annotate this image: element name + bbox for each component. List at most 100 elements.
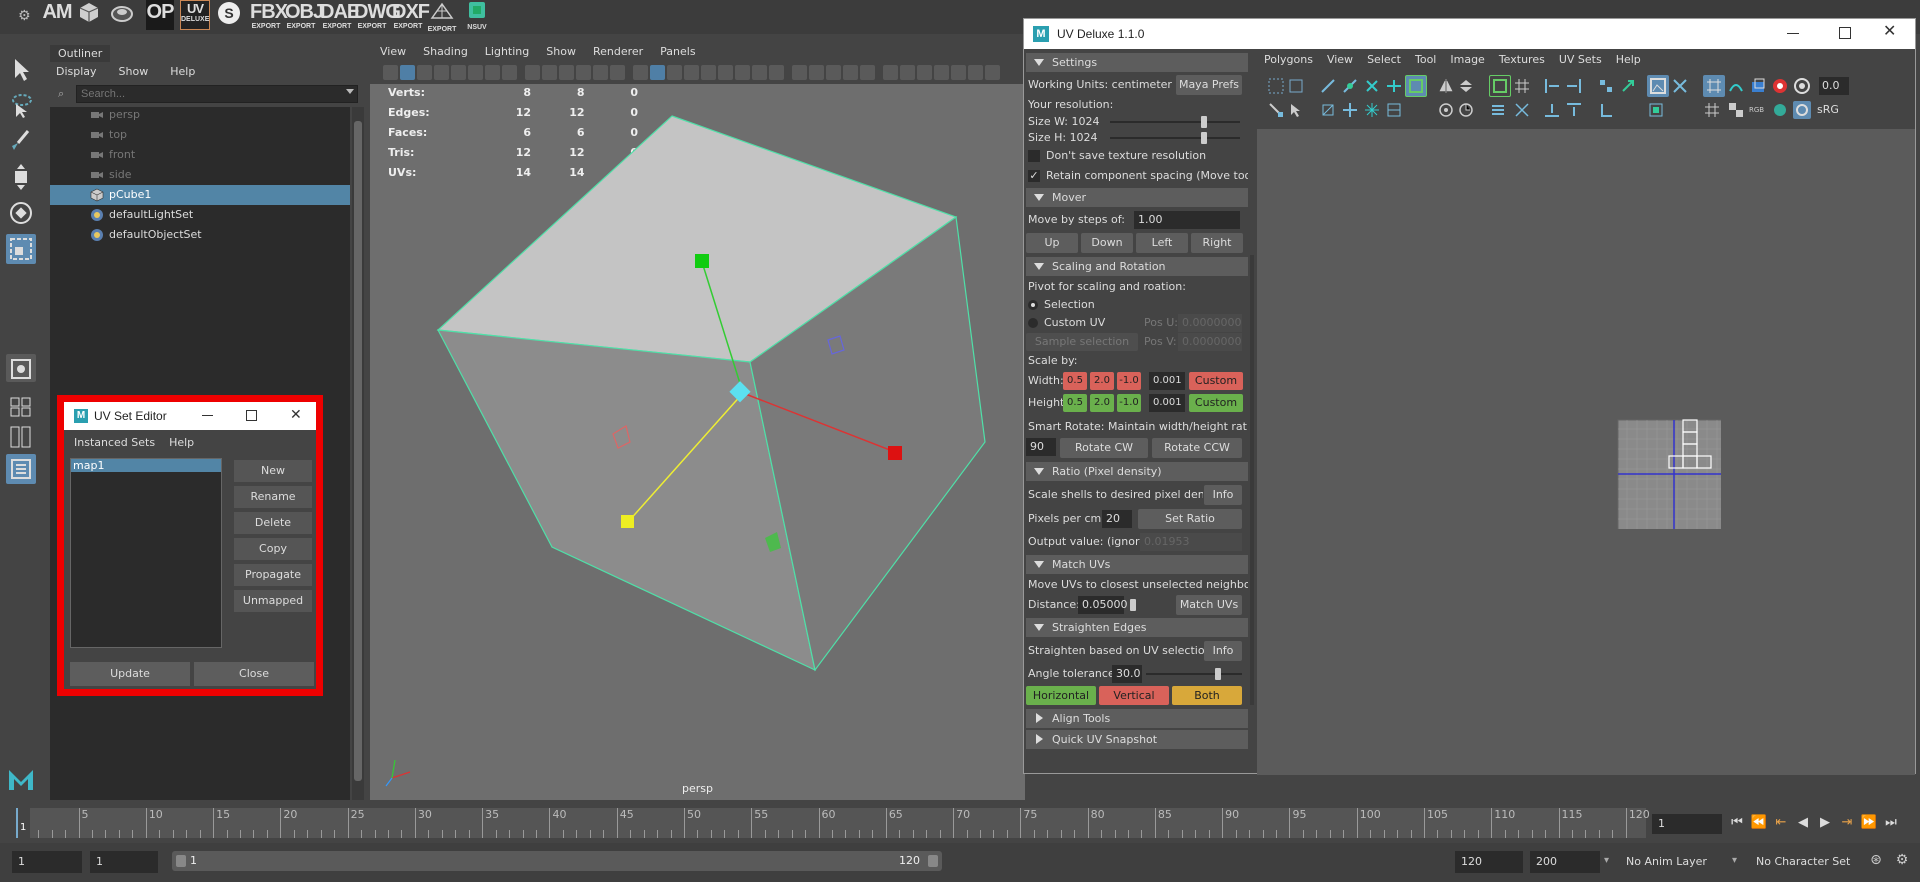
y-axis-handle-icon[interactable] <box>695 254 709 268</box>
uv-select-vertex-icon[interactable] <box>1267 101 1285 119</box>
uv-image-range-icon[interactable] <box>1749 77 1767 95</box>
uv-select-border-icon[interactable] <box>1287 77 1305 95</box>
shelf-box-icon[interactable] <box>78 0 100 30</box>
uv-rotate-ccw-icon[interactable] <box>1437 101 1455 119</box>
shelf-dxf-button[interactable]: DXF EXPORT <box>392 0 430 30</box>
uv-deluxe-titlebar[interactable]: M UV Deluxe 1.1.0 ✕ <box>1024 19 1915 49</box>
play-forwards-icon[interactable]: ▶ <box>1816 814 1834 832</box>
uv-move-shell-icon[interactable] <box>1341 101 1359 119</box>
match-uvs-button[interactable]: Match UVs <box>1176 595 1242 615</box>
layout-single-button[interactable] <box>6 354 36 382</box>
propagate-uv-set-button[interactable]: Propagate <box>234 564 312 586</box>
dont-save-checkbox[interactable] <box>1028 150 1040 162</box>
move-right-button[interactable]: Right <box>1191 233 1243 253</box>
x-axis-handle-icon[interactable] <box>888 446 902 460</box>
uv-layout-icon[interactable] <box>1489 75 1511 97</box>
uv-symmetry-icon[interactable] <box>1363 101 1381 119</box>
unmapped-button[interactable]: Unmapped <box>234 590 312 612</box>
uv-rotate-shell-icon[interactable] <box>1319 101 1337 119</box>
shelf-fbx-button[interactable]: FBX EXPORT <box>250 0 288 30</box>
uv-exposure-field[interactable]: 0.0 <box>1819 77 1849 95</box>
close-button[interactable]: Close <box>194 662 314 686</box>
height-scale-double-button[interactable]: 2.0 <box>1090 394 1114 412</box>
uv-align-left-icon[interactable] <box>1543 77 1561 95</box>
uv-grid-icon[interactable] <box>1513 77 1531 95</box>
step-back-key-icon[interactable]: ⏪ <box>1750 814 1768 832</box>
move-left-button[interactable]: Left <box>1136 233 1188 253</box>
rotate-angle-field[interactable]: 90 <box>1026 438 1056 456</box>
lasso-tool[interactable] <box>6 90 36 120</box>
menu-instanced-sets[interactable]: Instanced Sets <box>74 436 155 449</box>
uv-rgb-channels-icon[interactable]: RGB <box>1749 101 1769 119</box>
outliner-menu-display[interactable]: Display <box>56 65 97 78</box>
shelf-sculpt-icon[interactable] <box>110 0 134 30</box>
current-time-marker[interactable]: 1 <box>16 808 30 838</box>
shelf-s-icon[interactable]: S <box>216 0 242 30</box>
paint-select-tool[interactable] <box>6 126 36 156</box>
outliner-tab[interactable]: Outliner <box>50 45 111 62</box>
uv-select-shell-icon[interactable] <box>1267 77 1285 95</box>
uv-editor-canvas[interactable] <box>1257 129 1915 775</box>
character-set-dropdown-icon[interactable]: ▾ <box>1732 855 1742 866</box>
delete-uv-set-button[interactable]: Delete <box>234 512 312 534</box>
angle-tolerance-slider[interactable] <box>1146 673 1242 675</box>
uv-menu-textures[interactable]: Textures <box>1499 51 1545 69</box>
viewport-panel[interactable]: View Shading Lighting Show Renderer Pane… <box>370 42 1025 800</box>
auto-key-icon[interactable]: ⊛ <box>1866 852 1886 872</box>
range-slider-right-handle[interactable] <box>928 855 938 867</box>
uv-straighten-icon[interactable] <box>1385 101 1403 119</box>
distance-field[interactable]: 0.05000 <box>1078 596 1128 614</box>
uv-stack-icon[interactable] <box>1489 101 1507 119</box>
pos-u-field[interactable]: 0.0000000 <box>1178 314 1242 332</box>
uv-flip-u-icon[interactable] <box>1437 77 1455 95</box>
uv-display-grid-icon[interactable] <box>1703 101 1721 119</box>
layout-two-button[interactable] <box>6 422 36 448</box>
outliner-item-defaultobjectset[interactable]: defaultObjectSet <box>50 225 350 245</box>
height-custom-field[interactable]: 0.001 <box>1149 394 1185 412</box>
height-scale-half-button[interactable]: 0.5 <box>1063 394 1087 412</box>
outliner-vertical-scrollbar[interactable] <box>352 107 364 823</box>
anim-layer-dropdown-icon[interactable]: ▾ <box>1604 855 1614 866</box>
uv-pin-icon[interactable] <box>1619 77 1637 95</box>
outliner-search-dropdown-icon[interactable] <box>346 89 354 94</box>
move-down-button[interactable]: Down <box>1081 233 1133 253</box>
straighten-horizontal-button[interactable]: Horizontal <box>1026 686 1096 705</box>
uv-snapshot-icon[interactable] <box>1793 77 1811 95</box>
pixels-per-cm-field[interactable]: 20 <box>1102 510 1132 528</box>
animation-preferences-icon[interactable]: ⚙ <box>1892 852 1912 872</box>
scale-tool[interactable] <box>6 234 36 264</box>
uv-grid-thumbnail[interactable] <box>1617 419 1721 529</box>
uv-rotate-cw-icon[interactable] <box>1457 101 1475 119</box>
size-w-slider-knob[interactable] <box>1200 116 1207 128</box>
step-forward-key-icon[interactable]: ⏩ <box>1860 814 1878 832</box>
go-to-end-icon[interactable]: ⏭ <box>1882 814 1900 832</box>
move-up-button[interactable]: Up <box>1026 233 1078 253</box>
size-h-slider[interactable] <box>1110 137 1240 139</box>
copy-uv-set-button[interactable]: Copy <box>234 538 312 560</box>
close-icon[interactable]: ✕ <box>1883 23 1899 41</box>
angle-tolerance-slider-knob[interactable] <box>1215 668 1221 680</box>
width-flip-button[interactable]: -1.0 <box>1117 372 1141 390</box>
outliner-layout-button[interactable] <box>6 454 36 484</box>
move-tool[interactable] <box>6 162 36 192</box>
size-h-slider-knob[interactable] <box>1200 132 1207 144</box>
retain-spacing-checkbox[interactable]: ✓ <box>1028 170 1040 182</box>
outliner-item-top[interactable]: top <box>50 125 350 145</box>
straighten-vertical-button[interactable]: Vertical <box>1099 686 1169 705</box>
outliner-item-persp[interactable]: persp <box>50 105 350 125</box>
uv-menu-help[interactable]: Help <box>1616 51 1641 69</box>
height-custom-button[interactable]: Custom <box>1189 394 1243 412</box>
layout-four-button[interactable] <box>6 392 36 417</box>
match-uvs-section-header[interactable]: Match UVs <box>1026 555 1248 574</box>
height-flip-button[interactable]: -1.0 <box>1117 394 1141 412</box>
shelf-dwg-button[interactable]: DWG EXPORT <box>354 0 401 30</box>
scene-canvas[interactable] <box>370 42 1025 800</box>
uv-align-top-icon[interactable] <box>1565 101 1583 119</box>
rotate-cw-button[interactable]: Rotate CW <box>1060 438 1148 458</box>
move-steps-field[interactable]: 1.00 <box>1134 211 1240 229</box>
pos-v-field[interactable]: 0.0000000 <box>1178 333 1242 351</box>
size-w-slider[interactable] <box>1110 121 1240 123</box>
uv-orient-icon[interactable] <box>1513 101 1531 119</box>
shelf-obj-button[interactable]: OBJ EXPORT <box>285 0 324 30</box>
uv-alpha-icon[interactable] <box>1771 101 1789 119</box>
